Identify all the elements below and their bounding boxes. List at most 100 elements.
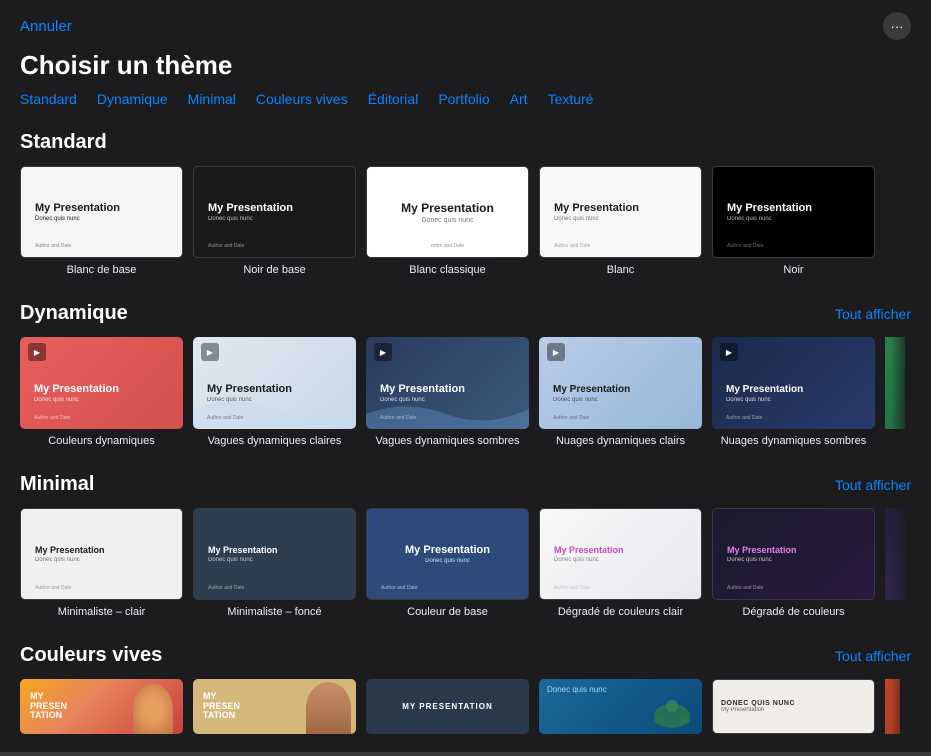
noir-preview: My Presentation Donec quis nunc Author a… [712,166,875,258]
vagues-claires-preview: ▶ My Presentation Donec quis nunc Author… [193,337,356,429]
dynamique-title: Dynamique [20,302,128,325]
degrade-clair-preview: My Presentation Donec quis nunc Author a… [539,508,702,600]
bottom-bar [0,752,931,756]
theme-subtitle: Donec quis nunc [380,397,425,403]
minimal-title: Minimal [20,473,94,496]
theme-main-title: My Presentation [35,202,120,214]
annuler-button[interactable]: Annuler [20,18,72,35]
theme-nuages-clairs[interactable]: ▶ My Presentation Donec quis nunc Author… [539,337,702,447]
dynamique-section-header: Dynamique Tout afficher [20,302,911,325]
theme-main-title: My Presentation [727,202,812,214]
theme-main-title: My Presentation [207,383,292,395]
blanc-classique-preview: My Presentation Donec quis nunc entre an… [366,166,529,258]
theme-author: Author and Date [381,585,417,591]
dynamique-tout-afficher[interactable]: Tout afficher [835,306,911,322]
noir-label: Noir [783,264,803,276]
noir-de-base-preview: My Presentation Donec quis nunc Author a… [193,166,356,258]
blanc-label: Blanc [607,264,635,276]
nuages-clairs-label: Nuages dynamiques clairs [556,435,685,447]
theme-vagues-claires[interactable]: ▶ My Presentation Donec quis nunc Author… [193,337,356,447]
tab-dynamique[interactable]: Dynamique [97,91,168,107]
theme-couleur-base[interactable]: My Presentation Donec quis nunc Author a… [366,508,529,618]
vive-text: DONEC QUIS NUNC [721,700,866,707]
more-icon: ··· [891,19,904,34]
tab-standard[interactable]: Standard [20,91,77,107]
theme-vive-1[interactable]: MYPRESENTATION [20,679,183,734]
minimaliste-fonce-label: Minimaliste – foncé [227,606,321,618]
standard-themes-row: My Presentation Donec quis nunc Author a… [20,166,911,276]
couleurs-vives-title: Couleurs vives [20,644,162,667]
vive-1-preview: MYPRESENTATION [20,679,183,734]
theme-vive-2[interactable]: MYPRESENTATION [193,679,356,734]
turtle-shape [647,696,697,731]
vive-3-preview: MY PRESENTATION [366,679,529,734]
theme-noir-de-base[interactable]: My Presentation Donec quis nunc Author a… [193,166,356,276]
vive-text: MYPRESENTATION [203,692,240,722]
theme-vive-3[interactable]: MY PRESENTATION [366,679,529,734]
minimal-section-header: Minimal Tout afficher [20,473,911,496]
tab-minimal[interactable]: Minimal [188,91,236,107]
vive-4-preview: Donec quis nunc [539,679,702,734]
theme-author: Author and Date [35,585,71,591]
theme-author: entre and Date [431,243,464,249]
vive-text: MYPRESENTATION [30,692,67,722]
theme-noir[interactable]: My Presentation Donec quis nunc Author a… [712,166,875,276]
theme-vagues-sombres[interactable]: ▶ My Presentation Donec quis nunc Author… [366,337,529,447]
theme-main-title: My Presentation [208,545,278,555]
theme-main-title: My Presentation [380,383,465,395]
theme-minimaliste-clair[interactable]: My Presentation Donec quis nunc Author a… [20,508,183,618]
more-button[interactable]: ··· [883,12,911,40]
blanc-preview: My Presentation Donec quis nunc Author a… [539,166,702,258]
theme-vive-extra[interactable] [885,679,900,734]
vagues-sombres-preview: ▶ My Presentation Donec quis nunc Author… [366,337,529,429]
minimal-tout-afficher[interactable]: Tout afficher [835,477,911,493]
theme-author: Author and Date [35,243,71,249]
couleur-base-label: Couleur de base [407,606,488,618]
couleurs-vives-header: Couleurs vives Tout afficher [20,644,911,667]
couleurs-vives-tout-afficher[interactable]: Tout afficher [835,648,911,664]
degrade-couleurs-label: Dégradé de couleurs [742,606,844,618]
couleurs-dyn-preview: ▶ My Presentation Donec quis nunc Author… [20,337,183,429]
couleurs-dynamiques-label: Couleurs dynamiques [48,435,154,447]
theme-author: Author and Date [208,585,244,591]
tab-art[interactable]: Art [510,91,528,107]
blanc-classique-label: Blanc classique [409,264,485,276]
minimaliste-clair-label: Minimaliste – clair [58,606,145,618]
theme-couleurs-dynamiques[interactable]: ▶ My Presentation Donec quis nunc Author… [20,337,183,447]
standard-title: Standard [20,131,107,154]
theme-subtitle: Donec quis nunc [421,217,473,224]
theme-blanc-classique[interactable]: My Presentation Donec quis nunc entre an… [366,166,529,276]
vive-text: MY PRESENTATION [402,702,493,711]
tab-portfolio[interactable]: Portfolio [438,91,489,107]
theme-subtitle: Donec quis nunc [727,216,772,222]
theme-main-title: My Presentation [554,545,624,555]
theme-subtitle: Donec quis nunc [208,216,253,222]
theme-degrade-clair[interactable]: My Presentation Donec quis nunc Author a… [539,508,702,618]
theme-main-title: My Presentation [726,384,803,395]
theme-degrade-couleurs[interactable]: My Presentation Donec quis nunc Author a… [712,508,875,618]
theme-minimaliste-fonce[interactable]: My Presentation Donec quis nunc Author a… [193,508,356,618]
theme-subtitle: Donec quis nunc [34,397,79,403]
noir-de-base-label: Noir de base [243,264,305,276]
theme-vive-5[interactable]: DONEC QUIS NUNC My Presentation [712,679,875,734]
theme-nuages-sombres[interactable]: ▶ My Presentation Donec quis nunc Author… [712,337,875,447]
tab-couleurs-vives[interactable]: Couleurs vives [256,91,348,107]
theme-author: Author and Date [727,243,763,249]
theme-vive-4[interactable]: Donec quis nunc [539,679,702,734]
theme-main-title: My Presentation [34,383,119,395]
minimal-fonce-preview: My Presentation Donec quis nunc Author a… [193,508,356,600]
vive-text: Donec quis nunc [547,685,694,694]
vagues-claires-label: Vagues dynamiques claires [208,435,342,447]
tab-texture[interactable]: Texturé [548,91,594,107]
theme-extra-minimal[interactable] [885,508,905,618]
extra-dyn-preview [885,337,905,429]
theme-blanc[interactable]: My Presentation Donec quis nunc Author a… [539,166,702,276]
nuages-sombres-label: Nuages dynamiques sombres [721,435,867,447]
theme-extra-dynamique[interactable] [885,337,905,447]
nuages-sombres-preview: ▶ My Presentation Donec quis nunc Author… [712,337,875,429]
tab-editorial[interactable]: Éditorial [368,91,419,107]
theme-blanc-de-base[interactable]: My Presentation Donec quis nunc Author a… [20,166,183,276]
theme-author: Author and Date [553,415,589,421]
vive-5-preview: DONEC QUIS NUNC My Presentation [712,679,875,734]
theme-subtitle: Donec quis nunc [207,397,252,403]
